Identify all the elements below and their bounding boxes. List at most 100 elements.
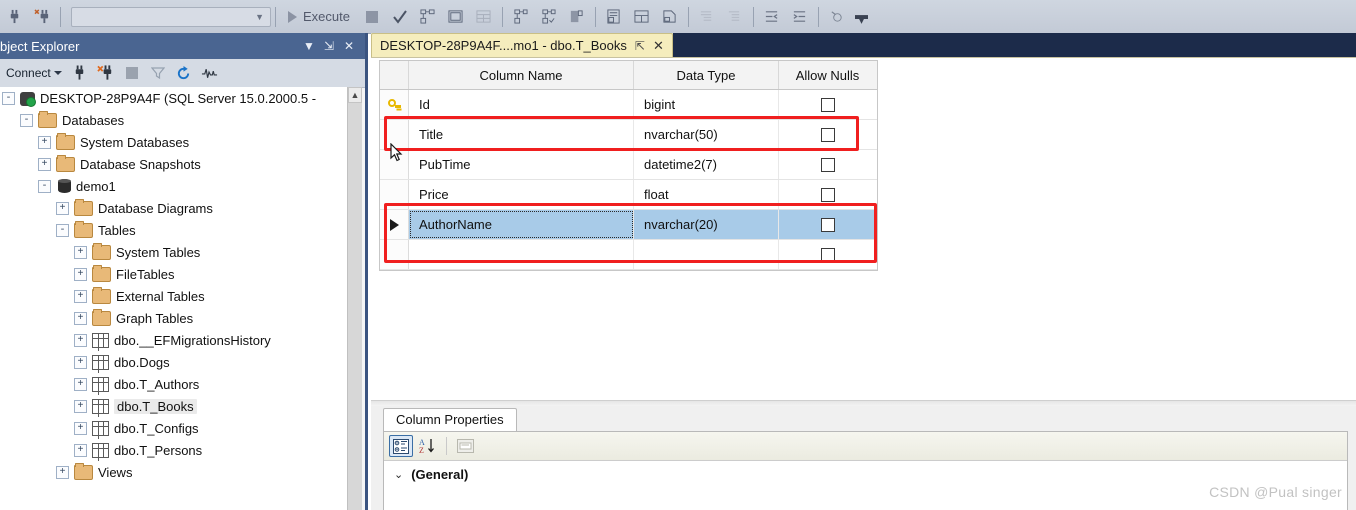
results-to-grid-icon[interactable] bbox=[471, 4, 497, 30]
include-live-stats-icon[interactable] bbox=[536, 4, 562, 30]
expand-toggle-icon[interactable]: + bbox=[38, 135, 51, 149]
tree-node[interactable]: + System Tables bbox=[0, 241, 351, 263]
allow-nulls-checkbox[interactable] bbox=[820, 247, 835, 262]
collapse-toggle-icon[interactable]: - bbox=[2, 91, 15, 105]
cell-allow-nulls[interactable] bbox=[779, 240, 876, 269]
table-row[interactable]: Price float bbox=[380, 180, 877, 210]
iec-icon[interactable] bbox=[564, 4, 590, 30]
allow-nulls-checkbox[interactable] bbox=[820, 127, 835, 142]
row-gutter[interactable] bbox=[380, 240, 409, 269]
expand-toggle-icon[interactable]: + bbox=[74, 399, 87, 413]
cell-data-type[interactable]: nvarchar(50) bbox=[634, 120, 779, 149]
expand-toggle-icon[interactable]: + bbox=[74, 421, 87, 435]
allow-nulls-checkbox[interactable] bbox=[820, 97, 835, 112]
categorized-icon[interactable] bbox=[389, 435, 413, 457]
table-row[interactable]: PubTime datetime2(7) bbox=[380, 150, 877, 180]
tree-node[interactable]: + FileTables bbox=[0, 263, 351, 285]
expand-toggle-icon[interactable]: + bbox=[74, 377, 87, 391]
expand-toggle-icon[interactable]: + bbox=[56, 201, 69, 215]
increase-indent-icon[interactable] bbox=[787, 4, 813, 30]
specify-values-icon[interactable] bbox=[824, 4, 850, 30]
chevron-down-icon[interactable]: ⌄ bbox=[394, 468, 403, 481]
table-designer-grid[interactable]: Column Name Data Type Allow Nulls Id bigi… bbox=[379, 60, 878, 271]
results-to-text-icon[interactable] bbox=[601, 4, 627, 30]
cell-allow-nulls[interactable] bbox=[779, 120, 876, 149]
cell-column-name[interactable]: Price bbox=[409, 180, 634, 209]
allow-nulls-checkbox[interactable] bbox=[820, 217, 835, 232]
expand-toggle-icon[interactable]: + bbox=[74, 267, 87, 281]
collapse-toggle-icon[interactable]: - bbox=[38, 179, 51, 193]
cell-allow-nulls[interactable] bbox=[779, 210, 876, 239]
parse-check-icon[interactable] bbox=[387, 4, 413, 30]
stop-icon[interactable] bbox=[359, 4, 385, 30]
tree-node[interactable]: + External Tables bbox=[0, 285, 351, 307]
row-gutter[interactable] bbox=[380, 180, 409, 209]
collapse-toggle-icon[interactable]: - bbox=[56, 223, 69, 237]
connect-dropdown-button[interactable]: Connect bbox=[2, 66, 66, 80]
allow-nulls-checkbox[interactable] bbox=[820, 157, 835, 172]
tab-t-books-designer[interactable]: DESKTOP-28P9A4F....mo1 - dbo.T_Books ⇱ ✕ bbox=[371, 33, 673, 57]
cell-data-type[interactable]: float bbox=[634, 180, 779, 209]
column-header-allow-nulls[interactable]: Allow Nulls bbox=[779, 61, 876, 89]
property-group-general[interactable]: ⌄ (General) bbox=[384, 461, 1347, 487]
tree-node[interactable]: + dbo.Dogs bbox=[0, 351, 351, 373]
row-gutter[interactable] bbox=[380, 90, 409, 119]
close-icon[interactable]: ✕ bbox=[653, 38, 664, 54]
tree-node[interactable]: + Graph Tables bbox=[0, 307, 351, 329]
cell-data-type[interactable]: nvarchar(20) bbox=[634, 210, 779, 239]
tree-node[interactable]: + Database Diagrams bbox=[0, 197, 351, 219]
tree-node[interactable]: + System Databases bbox=[0, 131, 351, 153]
decrease-indent-icon[interactable] bbox=[759, 4, 785, 30]
table-row[interactable]: Id bigint bbox=[380, 90, 877, 120]
tree-node[interactable]: + dbo.T_Books bbox=[0, 395, 351, 417]
tree-node[interactable]: - Tables bbox=[0, 219, 351, 241]
tree-node[interactable]: + dbo.T_Persons bbox=[0, 439, 351, 461]
object-explorer-tree[interactable]: - DESKTOP-28P9A4F (SQL Server 15.0.2000.5… bbox=[0, 87, 351, 510]
results-to-file-icon[interactable] bbox=[657, 4, 683, 30]
query-options-icon[interactable] bbox=[443, 4, 469, 30]
expand-toggle-icon[interactable]: + bbox=[74, 311, 87, 325]
column-header-column-name[interactable]: Column Name bbox=[409, 61, 634, 89]
disconnect-icon[interactable] bbox=[94, 62, 118, 84]
activity-monitor-icon[interactable] bbox=[198, 62, 222, 84]
tree-node[interactable]: + dbo.__EFMigrationsHistory bbox=[0, 329, 351, 351]
cell-data-type[interactable]: datetime2(7) bbox=[634, 150, 779, 179]
cell-column-name[interactable]: Title bbox=[409, 120, 634, 149]
display-estimated-plan-icon[interactable] bbox=[415, 4, 441, 30]
expand-toggle-icon[interactable]: + bbox=[74, 289, 87, 303]
table-row[interactable] bbox=[380, 240, 877, 270]
cell-data-type[interactable]: bigint bbox=[634, 90, 779, 119]
cell-column-name[interactable]: Id bbox=[409, 90, 634, 119]
pin-icon[interactable]: ⇲ bbox=[319, 39, 339, 53]
column-header-data-type[interactable]: Data Type bbox=[634, 61, 779, 89]
tree-node[interactable]: - DESKTOP-28P9A4F (SQL Server 15.0.2000.5… bbox=[0, 87, 351, 109]
disconnect-plug-icon[interactable] bbox=[29, 4, 55, 30]
cell-column-name[interactable]: PubTime bbox=[409, 150, 634, 179]
expand-toggle-icon[interactable]: + bbox=[74, 245, 87, 259]
pin-icon[interactable]: ⇱ bbox=[635, 39, 645, 53]
alphabetical-sort-icon[interactable]: A Z bbox=[416, 435, 440, 457]
table-row[interactable]: Title nvarchar(50) bbox=[380, 120, 877, 150]
tree-node[interactable]: - Databases bbox=[0, 109, 351, 131]
cell-column-name[interactable] bbox=[409, 240, 634, 269]
connect-icon[interactable] bbox=[68, 62, 92, 84]
row-gutter[interactable] bbox=[380, 210, 409, 239]
include-actual-plan-icon[interactable] bbox=[508, 4, 534, 30]
collapse-toggle-icon[interactable]: - bbox=[20, 113, 33, 127]
results-to-grid2-icon[interactable] bbox=[629, 4, 655, 30]
tree-node[interactable]: + dbo.T_Configs bbox=[0, 417, 351, 439]
object-explorer-scrollbar[interactable]: ▲ bbox=[347, 87, 362, 510]
toolbar-overflow-button[interactable]: ▬ ▾ bbox=[855, 8, 868, 26]
tree-node[interactable]: + Views bbox=[0, 461, 351, 483]
execute-button[interactable]: Execute bbox=[288, 9, 350, 24]
expand-toggle-icon[interactable]: + bbox=[74, 355, 87, 369]
tab-column-properties[interactable]: Column Properties bbox=[383, 408, 517, 431]
cell-data-type[interactable] bbox=[634, 240, 779, 269]
cell-column-name[interactable]: AuthorName bbox=[409, 210, 634, 239]
scroll-up-button[interactable]: ▲ bbox=[348, 87, 362, 103]
expand-toggle-icon[interactable]: + bbox=[74, 443, 87, 457]
tree-node[interactable]: + Database Snapshots bbox=[0, 153, 351, 175]
cell-allow-nulls[interactable] bbox=[779, 90, 876, 119]
allow-nulls-checkbox[interactable] bbox=[820, 187, 835, 202]
chevron-down-icon[interactable]: ▼ bbox=[299, 39, 319, 53]
